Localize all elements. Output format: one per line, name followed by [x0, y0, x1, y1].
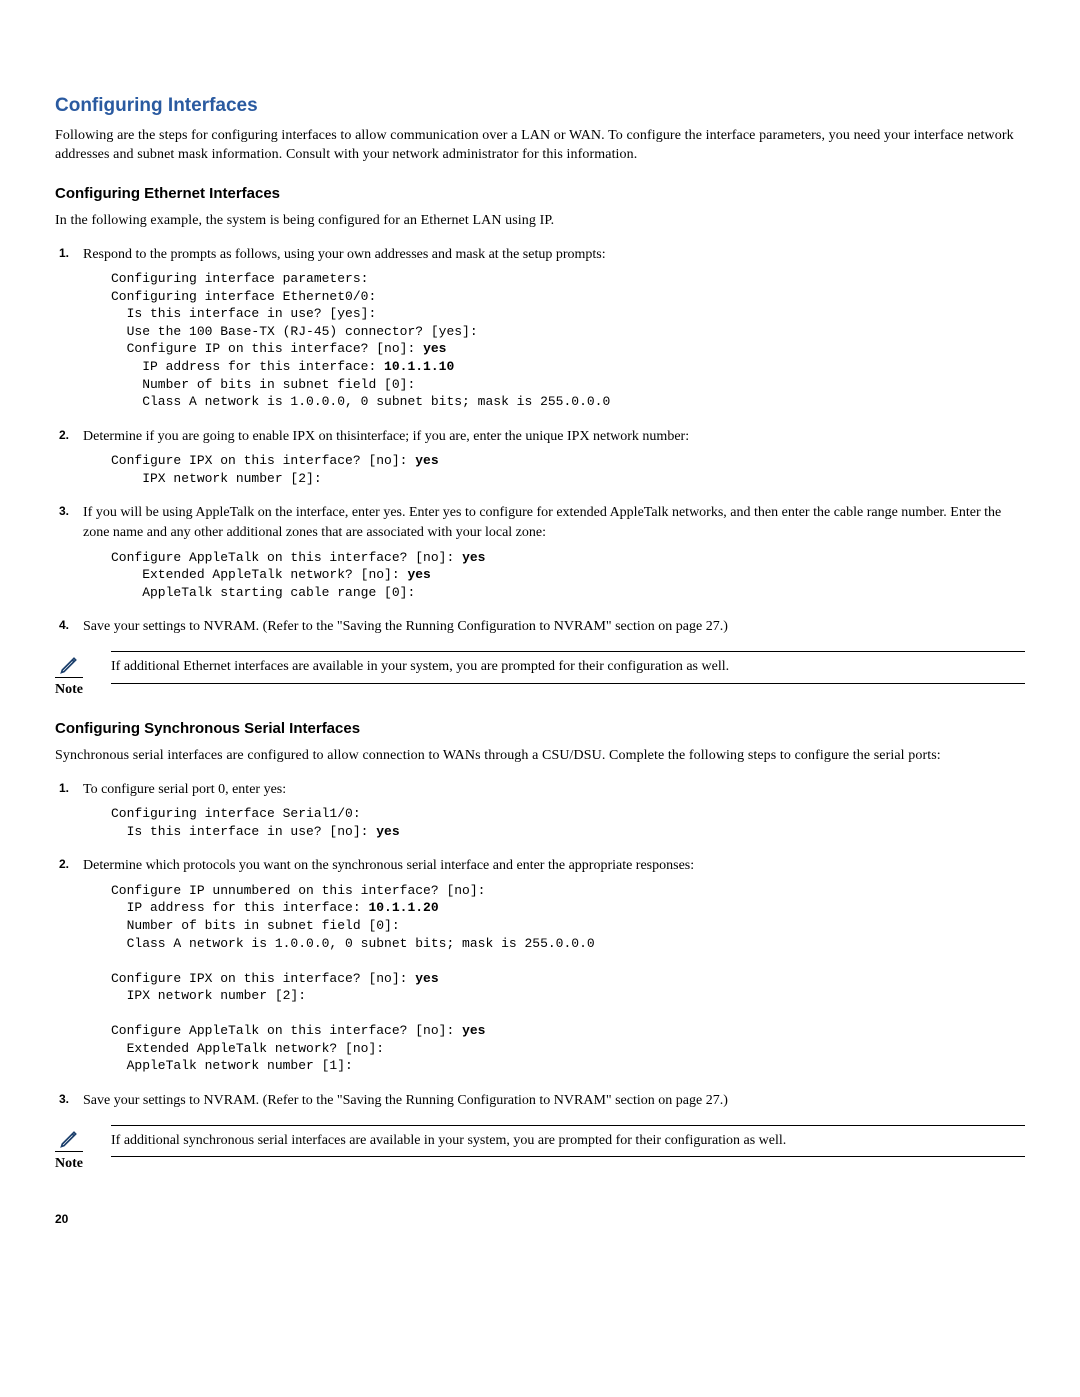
section-heading: Configuring Interfaces	[55, 95, 1025, 117]
note-block: Note If additional synchronous serial in…	[55, 1125, 1025, 1172]
list-item: 3. If you will be using AppleTalk on the…	[55, 503, 1025, 601]
list-item: 2. Determine which protocols you want on…	[55, 856, 1025, 1075]
pencil-icon	[55, 1127, 111, 1152]
step-text: To configure serial port 0, enter yes:	[83, 782, 286, 797]
code-block: Configuring interface Serial1/0: Is this…	[111, 805, 1025, 840]
serial-steps: 1. To configure serial port 0, enter yes…	[55, 780, 1025, 1111]
subsection-heading-ethernet: Configuring Ethernet Interfaces	[55, 185, 1025, 202]
step-text: Save your settings to NVRAM. (Refer to t…	[83, 619, 728, 634]
ethernet-intro: In the following example, the system is …	[55, 212, 1025, 231]
list-item: 2. Determine if you are going to enable …	[55, 427, 1025, 488]
list-item: 1. Respond to the prompts as follows, us…	[55, 245, 1025, 411]
code-block: Configure IPX on this interface? [no]: y…	[111, 452, 1025, 487]
note-left: Note	[55, 651, 111, 698]
note-label: Note	[55, 682, 111, 698]
step-number: 1.	[59, 245, 69, 262]
page-number: 20	[55, 1212, 1025, 1226]
code-block: Configure AppleTalk on this interface? […	[111, 549, 1025, 602]
step-text: Save your settings to NVRAM. (Refer to t…	[83, 1093, 728, 1108]
code-block: Configure IP unnumbered on this interfac…	[111, 882, 1025, 1075]
note-text: If additional Ethernet interfaces are av…	[111, 651, 1025, 684]
note-block: Note If additional Ethernet interfaces a…	[55, 651, 1025, 698]
pencil-icon	[55, 653, 111, 678]
code-block: Configuring interface parameters: Config…	[111, 270, 1025, 410]
list-item: 3. Save your settings to NVRAM. (Refer t…	[55, 1091, 1025, 1111]
step-number: 2.	[59, 856, 69, 873]
subsection-heading-serial: Configuring Synchronous Serial Interface…	[55, 720, 1025, 737]
note-left: Note	[55, 1125, 111, 1172]
list-item: 1. To configure serial port 0, enter yes…	[55, 780, 1025, 841]
list-item: 4. Save your settings to NVRAM. (Refer t…	[55, 617, 1025, 637]
step-text: Determine which protocols you want on th…	[83, 858, 694, 873]
step-number: 1.	[59, 780, 69, 797]
step-text: Determine if you are going to enable IPX…	[83, 429, 689, 444]
step-number: 2.	[59, 427, 69, 444]
step-text: Respond to the prompts as follows, using…	[83, 247, 606, 262]
document-page: Configuring Interfaces Following are the…	[0, 0, 1080, 1276]
serial-intro: Synchronous serial interfaces are config…	[55, 747, 1025, 766]
intro-paragraph: Following are the steps for configuring …	[55, 127, 1025, 165]
note-text: If additional synchronous serial interfa…	[111, 1125, 1025, 1158]
step-text: If you will be using AppleTalk on the in…	[83, 505, 1001, 540]
step-number: 3.	[59, 503, 69, 520]
step-number: 3.	[59, 1091, 69, 1108]
note-label: Note	[55, 1156, 111, 1172]
step-number: 4.	[59, 617, 69, 634]
ethernet-steps: 1. Respond to the prompts as follows, us…	[55, 245, 1025, 637]
